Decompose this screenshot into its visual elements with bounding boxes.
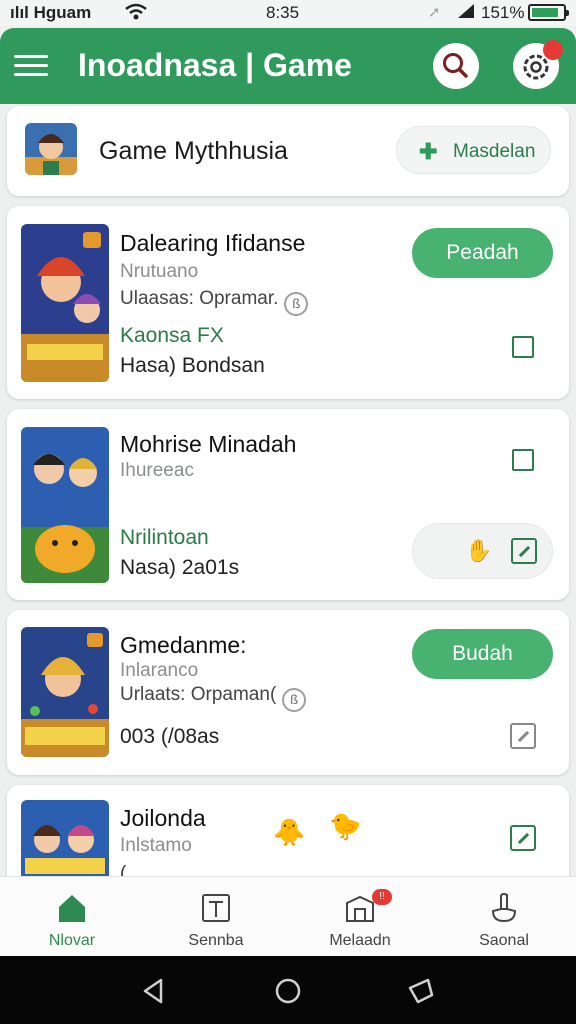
edit-icon[interactable] <box>511 538 537 564</box>
game-card[interactable]: Joilonda Inlstamo ( 🐥 🐤 <box>7 785 569 876</box>
game-card[interactable]: Gmedanme: Inlaranco Urlaats: Orpaman(ß 0… <box>7 610 569 775</box>
game-title: Dalearing Ifidanse <box>120 230 306 256</box>
game-subtitle: Inlstamo <box>120 835 192 856</box>
game-meta-text: Urlaats: Orpaman( <box>120 684 277 705</box>
game-tag: Nrilintoan <box>120 526 209 549</box>
nav-label: Saonal <box>479 932 529 949</box>
game-meta: Urlaats: Orpaman(ß <box>120 684 307 712</box>
bird-emoji-icon: 🐤 <box>329 811 362 841</box>
location-icon: ➚ <box>428 4 441 21</box>
search-button[interactable] <box>433 43 479 89</box>
nav-item-second[interactable]: Sennba <box>144 877 288 957</box>
bottom-nav: Nlovar Sennba !! Melaadn Saonal <box>0 876 576 956</box>
game-subtitle: Ihureeac <box>120 460 194 481</box>
game-meta-text: Ulaasas: Opramar. <box>120 288 279 309</box>
battery-percent: 151% <box>481 3 525 22</box>
info-icon[interactable]: ß <box>284 292 309 316</box>
home-icon <box>59 895 85 922</box>
home-nav-icon[interactable] <box>273 976 303 1006</box>
app-title: Inoadnasa | Game <box>78 47 352 83</box>
featured-card[interactable]: Game Mythhusia ✚ Masdelan <box>7 106 569 196</box>
app-bar: Inoadnasa | Game <box>0 28 576 104</box>
tablet-icon <box>202 894 230 922</box>
game-subtitle: Inlaranco <box>120 660 199 681</box>
recents-icon[interactable] <box>406 976 436 1006</box>
game-extra: ( <box>120 863 127 876</box>
select-checkbox[interactable] <box>512 449 534 471</box>
signal-icon <box>456 2 476 25</box>
featured-action-button[interactable]: ✚ Masdelan <box>396 126 551 174</box>
game-thumbnail <box>21 224 109 382</box>
nav-item-home[interactable]: Nlovar <box>0 877 144 957</box>
game-card[interactable]: Mohrise Minadah Ihureeac Nrilintoan Nasa… <box>7 409 569 600</box>
featured-title: Game Mythhusia <box>99 137 288 165</box>
menu-icon[interactable] <box>14 53 48 79</box>
search-icon <box>443 53 468 78</box>
nav-label: Nlovar <box>48 932 96 949</box>
game-thumbnail <box>21 627 109 757</box>
gesture-icon[interactable]: ✋ <box>465 538 492 564</box>
game-title: Mohrise Minadah <box>120 431 297 457</box>
game-thumbnail <box>21 427 109 583</box>
info-icon[interactable]: ß <box>282 688 307 712</box>
game-thumbnail <box>21 800 109 876</box>
system-nav-bar <box>0 956 576 1024</box>
action-pill: ✋ <box>412 523 553 579</box>
clock: 8:35 <box>266 3 300 22</box>
game-title: Joilonda <box>120 805 206 831</box>
game-title: Gmedanme: <box>120 632 247 658</box>
featured-avatar <box>25 123 77 175</box>
nav-label: Sennba <box>188 932 244 949</box>
settings-button[interactable] <box>513 40 563 89</box>
game-date: Nasa) 2a01s <box>120 556 240 579</box>
game-date: Hasa) Bondsan <box>120 354 265 377</box>
game-action-button[interactable]: Peadah <box>412 228 553 278</box>
nav-item-fourth[interactable]: Saonal <box>432 877 576 957</box>
nav-label: Melaadn <box>329 932 391 949</box>
featured-action-label: Masdelan <box>453 141 536 162</box>
status-bar: ılıl Hguam 8:35 ➚ 151% <box>0 0 576 26</box>
select-checkbox[interactable] <box>512 336 534 358</box>
notification-badge <box>543 40 563 60</box>
game-tag: Kaonsa FX <box>120 324 224 347</box>
edit-icon[interactable] <box>510 825 536 851</box>
touch-icon <box>491 893 517 923</box>
edit-icon[interactable] <box>510 723 536 749</box>
game-meta: Ulaasas: Opramar. ß <box>120 288 309 316</box>
game-date: 003 (/08as <box>120 725 220 748</box>
carrier-label: ılıl Hguam <box>10 3 92 22</box>
game-subtitle: Nrutuano <box>120 261 199 282</box>
game-card[interactable]: Dalearing Ifidanse Nrutuano Ulaasas: Opr… <box>7 206 569 399</box>
wifi-icon <box>124 2 148 27</box>
back-icon[interactable] <box>139 976 169 1006</box>
nav-badge: !! <box>372 889 392 905</box>
plus-icon: ✚ <box>419 139 438 164</box>
game-action-button[interactable]: Budah <box>412 629 553 679</box>
nav-item-third[interactable]: !! Melaadn <box>288 877 432 957</box>
battery-icon <box>528 4 569 21</box>
chick-emoji-icon: 🐥 <box>273 817 306 847</box>
